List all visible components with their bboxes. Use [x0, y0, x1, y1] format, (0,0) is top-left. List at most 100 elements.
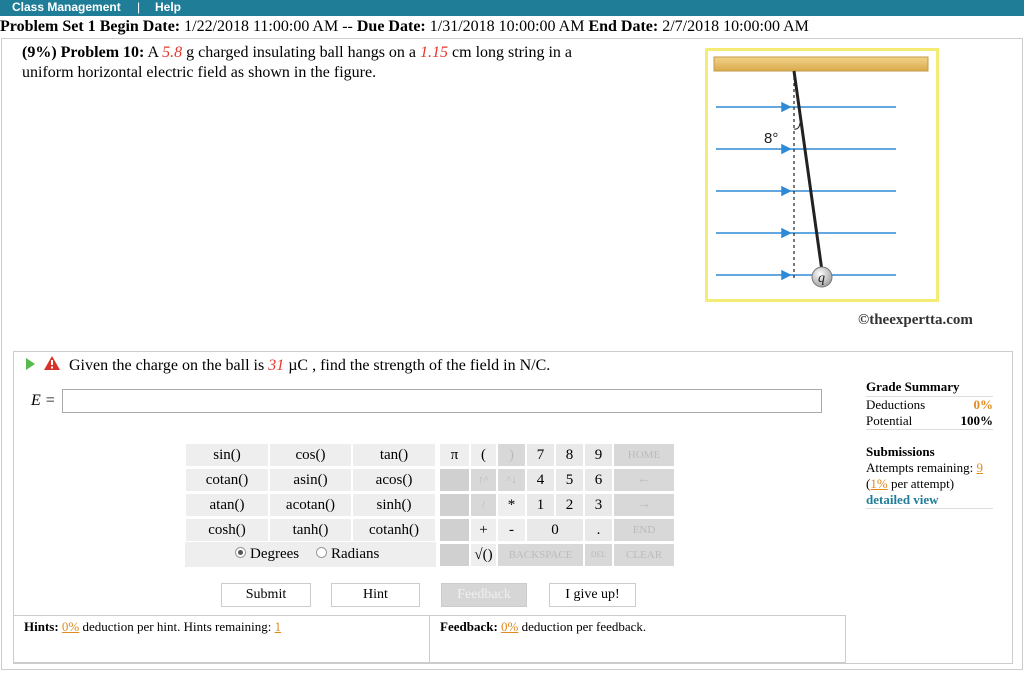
- hints-label: Hints:: [24, 619, 59, 634]
- problem-text-part: A: [144, 44, 163, 61]
- per-attempt-pct: 1%: [870, 476, 888, 491]
- figure-credit: ©theexpertta.com: [858, 312, 973, 328]
- calc-plus-button[interactable]: +: [470, 518, 497, 542]
- give-up-button[interactable]: I give up!: [549, 583, 636, 607]
- calc-digit-7[interactable]: 7: [526, 443, 555, 467]
- angle-arc: [793, 122, 801, 130]
- top-nav-bar: Class Management | Help: [0, 0, 1024, 16]
- attempts-value: 9: [976, 460, 983, 475]
- help-link[interactable]: Help: [155, 0, 181, 15]
- calc-digit-3[interactable]: 3: [584, 493, 613, 517]
- hints-remaining-value: 1: [274, 619, 282, 634]
- feedback-deduction-pct: 0%: [501, 619, 519, 634]
- degrees-radio[interactable]: [235, 547, 246, 559]
- radians-option[interactable]: Radians: [316, 542, 379, 566]
- potential-label: Potential: [866, 413, 913, 428]
- calc-digit-0[interactable]: 0: [526, 518, 584, 542]
- end-date-label: End Date:: [588, 18, 659, 35]
- calc-minus-button[interactable]: -: [497, 518, 526, 542]
- calc-left-arrow-button[interactable]: ←: [613, 468, 675, 492]
- play-icon[interactable]: [26, 358, 35, 370]
- calc-del-button[interactable]: DEL: [584, 543, 613, 567]
- hint-button[interactable]: Hint: [331, 583, 420, 607]
- calc-clear-button[interactable]: CLEAR: [613, 543, 675, 567]
- due-date-label: Due Date:: [356, 18, 426, 35]
- feedback-button[interactable]: Feedback: [441, 583, 527, 607]
- begin-date-label: Problem Set 1 Begin Date:: [0, 18, 181, 35]
- calc-blank-key: [439, 518, 470, 542]
- calc-digit-2[interactable]: 2: [555, 493, 584, 517]
- calc-digit-9[interactable]: 9: [584, 443, 613, 467]
- nav-separator: |: [137, 0, 141, 14]
- calc-tan-button[interactable]: tan(): [352, 443, 436, 467]
- feedback-text: deduction per feedback.: [518, 619, 647, 634]
- problem-heading: (9%) Problem 10:: [22, 44, 145, 61]
- question-text-part: µC , find the strength of the field in N…: [284, 357, 551, 374]
- deductions-label: Deductions: [866, 397, 926, 412]
- detailed-view-link[interactable]: detailed view: [866, 492, 939, 507]
- calc-subscript-button[interactable]: ^↓: [497, 468, 526, 492]
- calc-sinh-button[interactable]: sinh(): [352, 493, 436, 517]
- hints-text: deduction per hint. Hints remaining:: [79, 619, 275, 634]
- potential-value: 100%: [960, 413, 994, 428]
- attempts-label: Attempts remaining:: [866, 460, 977, 475]
- per-attempt-text: per attempt): [887, 476, 955, 491]
- degrees-option[interactable]: Degrees: [235, 542, 299, 566]
- due-date: 1/31/2018 10:00:00 AM: [429, 18, 585, 35]
- degrees-label: Degrees: [250, 546, 300, 562]
- feedback-label: Feedback:: [440, 619, 498, 634]
- length-value: 1.15: [420, 44, 449, 61]
- calc-divide-button[interactable]: /: [470, 493, 497, 517]
- calc-left-paren-button[interactable]: (: [470, 443, 497, 467]
- hints-info: Hints: 0% deduction per hint. Hints rema…: [24, 619, 281, 635]
- calc-cotan-button[interactable]: cotan(): [185, 468, 269, 492]
- calc-asin-button[interactable]: asin(): [269, 468, 352, 492]
- submit-button[interactable]: Submit: [221, 583, 311, 607]
- calc-pi-button[interactable]: π: [439, 443, 470, 467]
- calc-atan-button[interactable]: atan(): [185, 493, 269, 517]
- calc-multiply-button[interactable]: *: [497, 493, 526, 517]
- answer-input[interactable]: [62, 389, 822, 413]
- calc-acos-button[interactable]: acos(): [352, 468, 436, 492]
- mass-value: 5.8: [162, 44, 183, 61]
- calc-right-paren-button[interactable]: ): [497, 443, 526, 467]
- radians-radio[interactable]: [316, 547, 327, 559]
- calc-acotan-button[interactable]: acotan(): [269, 493, 352, 517]
- calc-right-arrow-button[interactable]: →: [613, 493, 675, 517]
- problem-statement: (9%) Problem 10: A 5.8 g charged insulat…: [22, 43, 612, 83]
- pendulum-figure: 8° q: [705, 48, 939, 302]
- calc-cos-button[interactable]: cos(): [269, 443, 352, 467]
- string: [792, 70, 824, 272]
- charge-label: q: [818, 271, 825, 286]
- question-text: Given the charge on the ball is 31 µC , …: [69, 356, 550, 376]
- calc-sqrt-button[interactable]: √(): [470, 543, 497, 567]
- submissions-panel: Submissions Attempts remaining: 9 (1% pe…: [866, 444, 993, 509]
- calc-superscript-button[interactable]: ↑^: [470, 468, 497, 492]
- begin-date: 1/22/2018 11:00:00 AM --: [184, 18, 353, 35]
- charge-value: 31: [268, 357, 285, 374]
- calc-backspace-button[interactable]: BACKSPACE: [497, 543, 584, 567]
- calc-cotanh-button[interactable]: cotanh(): [352, 518, 436, 542]
- angle-label: 8°: [764, 130, 778, 147]
- calc-tanh-button[interactable]: tanh(): [269, 518, 352, 542]
- calc-digit-1[interactable]: 1: [526, 493, 555, 517]
- class-management-link[interactable]: Class Management: [12, 0, 121, 15]
- ceiling-beam: [713, 56, 929, 72]
- calc-cosh-button[interactable]: cosh(): [185, 518, 269, 542]
- calc-sin-button[interactable]: sin(): [185, 443, 269, 467]
- deductions-value: 0%: [973, 397, 994, 412]
- field-lines: [716, 101, 896, 281]
- calc-home-button[interactable]: HOME: [613, 443, 675, 467]
- calc-end-button[interactable]: END: [613, 518, 675, 542]
- problem-text-part: g charged insulating ball hangs on a: [182, 44, 421, 61]
- calc-blank-key: [439, 468, 470, 492]
- answer-label: E =: [31, 392, 56, 409]
- angle-mode-selector: Degrees Radians: [185, 542, 436, 567]
- calc-decimal-button[interactable]: .: [584, 518, 613, 542]
- calc-digit-6[interactable]: 6: [584, 468, 613, 492]
- calc-digit-8[interactable]: 8: [555, 443, 584, 467]
- calc-digit-5[interactable]: 5: [555, 468, 584, 492]
- radians-label: Radians: [331, 546, 380, 562]
- calc-digit-4[interactable]: 4: [526, 468, 555, 492]
- problem-set-dates: Problem Set 1 Begin Date: 1/22/2018 11:0…: [0, 17, 809, 37]
